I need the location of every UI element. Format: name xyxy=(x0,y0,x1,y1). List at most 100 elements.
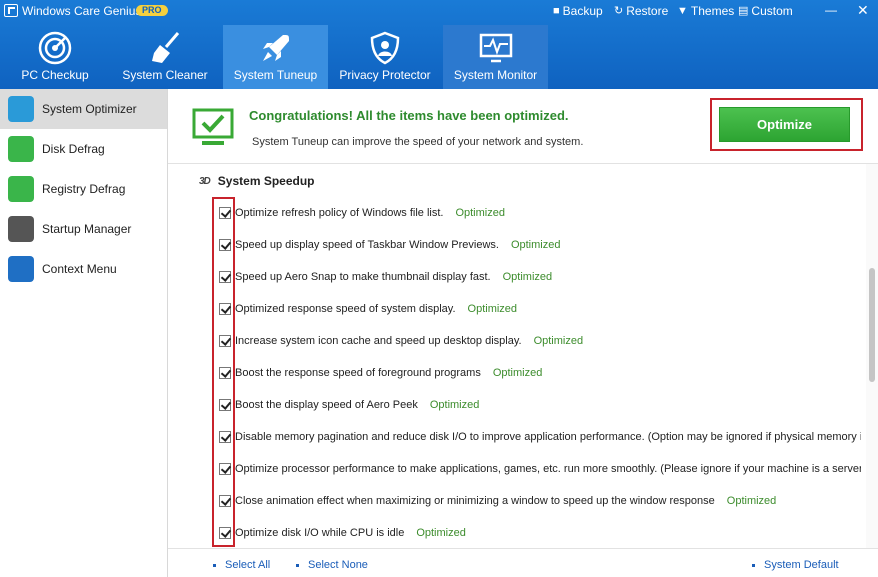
item-text: Increase system icon cache and speed up … xyxy=(235,335,522,347)
broom-icon xyxy=(152,32,180,63)
optimizer-icon xyxy=(8,96,34,122)
select-all-label: Select All xyxy=(225,559,271,571)
title-bar: Windows Care Genius PRO ■ Backup ↻ Resto… xyxy=(0,0,878,22)
sidebar-item-disk-defrag[interactable]: Disk Defrag xyxy=(0,129,167,169)
congrats-message: Congratulations! All the items have been… xyxy=(249,108,569,123)
item-status: Optimized xyxy=(467,303,518,315)
list-item: Optimize disk I/O while CPU is idle Opti… xyxy=(219,525,466,541)
list-item: Optimize refresh policy of Windows file … xyxy=(219,205,505,221)
sidebar-item-startup-manager[interactable]: Startup Manager xyxy=(0,209,167,249)
restore-button[interactable]: ↻ Restore xyxy=(614,4,668,18)
3d-icon: 3D xyxy=(199,175,211,187)
section-title: System Speedup xyxy=(217,174,315,188)
tab-label: System Tuneup xyxy=(233,68,318,82)
select-none-label: Select None xyxy=(308,559,368,571)
footer: Select All Select None System Default xyxy=(168,548,878,577)
item-text: Speed up display speed of Taskbar Window… xyxy=(235,239,499,251)
backup-button[interactable]: ■ Backup xyxy=(553,4,603,18)
close-button[interactable]: ✕ xyxy=(857,2,869,19)
tab-system-monitor[interactable]: System Monitor xyxy=(443,25,548,89)
tshirt-icon: ▼ xyxy=(677,5,688,17)
app-title: Windows Care Genius xyxy=(22,4,142,18)
list-item: Speed up display speed of Taskbar Window… xyxy=(219,237,560,253)
system-default-label: System Default xyxy=(764,559,839,571)
sidebar-item-label: Context Menu xyxy=(42,262,117,276)
list-item: Boost the response speed of foreground p… xyxy=(219,365,542,381)
backup-icon: ■ xyxy=(553,5,560,17)
item-status: Optimized xyxy=(502,271,553,283)
sidebar-item-context-menu[interactable]: Context Menu xyxy=(0,249,167,289)
restore-icon: ↻ xyxy=(614,5,624,17)
themes-label: Themes xyxy=(690,4,735,18)
optimize-button[interactable]: Optimize xyxy=(719,107,850,142)
custom-icon: ▤ xyxy=(738,5,749,17)
item-status: Optimized xyxy=(429,399,480,411)
checkbox-highlight-frame xyxy=(212,197,235,547)
tab-system-cleaner[interactable]: System Cleaner xyxy=(110,25,220,89)
sidebar-item-label: Disk Defrag xyxy=(42,142,105,156)
tab-label: PC Checkup xyxy=(21,68,89,82)
item-text: Optimize refresh policy of Windows file … xyxy=(235,207,444,219)
radar-icon xyxy=(38,31,72,65)
section-header: 3D System Speedup xyxy=(199,174,315,188)
item-text: Optimized response speed of system displ… xyxy=(235,303,456,315)
list-item: Optimized response speed of system displ… xyxy=(219,301,517,317)
item-text: Close animation effect when maximizing o… xyxy=(235,495,715,507)
sidebar-item-label: System Optimizer xyxy=(42,102,137,116)
tab-pc-checkup[interactable]: PC Checkup xyxy=(0,25,110,89)
header-subtitle: System Tuneup can improve the speed of y… xyxy=(252,136,584,148)
sidebar-item-label: Startup Manager xyxy=(42,222,132,236)
themes-button[interactable]: ▼ Themes xyxy=(677,4,734,18)
list-item: Disable memory pagination and reduce dis… xyxy=(219,429,861,445)
tab-label: System Monitor xyxy=(453,68,538,82)
list-item: Increase system icon cache and speed up … xyxy=(219,333,583,349)
pro-badge: PRO xyxy=(136,5,168,16)
item-text: Optimize processor performance to make a… xyxy=(235,463,861,475)
tab-privacy-protector[interactable]: Privacy Protector xyxy=(330,25,440,89)
item-status: Optimized xyxy=(416,527,466,539)
app-logo-icon xyxy=(4,4,18,17)
bullet-icon xyxy=(213,563,216,567)
shield-icon xyxy=(370,31,400,65)
scrollbar-thumb[interactable] xyxy=(869,268,875,382)
select-all-link[interactable]: Select All xyxy=(213,559,270,571)
restore-label: Restore xyxy=(626,4,669,18)
select-none-link[interactable]: Select None xyxy=(296,559,368,571)
list-item: Optimize processor performance to make a… xyxy=(219,461,861,477)
custom-label: Custom xyxy=(751,4,793,18)
rocket-icon xyxy=(262,35,289,61)
item-status: Optimized xyxy=(726,495,777,507)
main-header: Congratulations! All the items have been… xyxy=(168,89,878,164)
startup-icon xyxy=(8,216,34,242)
sidebar-item-registry-defrag[interactable]: Registry Defrag xyxy=(0,169,167,209)
registry-icon xyxy=(8,176,34,202)
system-default-link[interactable]: System Default xyxy=(752,559,839,571)
monitor-check-icon xyxy=(192,108,234,145)
item-text: Boost the display speed of Aero Peek xyxy=(235,399,418,411)
tab-system-tuneup[interactable]: System Tuneup xyxy=(223,25,328,89)
item-text: Speed up Aero Snap to make thumbnail dis… xyxy=(235,271,491,283)
item-text: Boost the response speed of foreground p… xyxy=(235,367,481,379)
mouse-icon xyxy=(8,256,34,282)
sidebar-item-label: Registry Defrag xyxy=(42,182,126,196)
sidebar: System Optimizer Disk Defrag Registry De… xyxy=(0,89,168,577)
list-item: Boost the display speed of Aero Peek Opt… xyxy=(219,397,479,413)
bullet-icon xyxy=(752,563,755,567)
top-bar: Windows Care Genius PRO ■ Backup ↻ Resto… xyxy=(0,0,878,89)
monitor-pulse-icon xyxy=(479,33,512,63)
item-status: Optimized xyxy=(492,367,543,379)
list-item: Speed up Aero Snap to make thumbnail dis… xyxy=(219,269,552,285)
sidebar-item-system-optimizer[interactable]: System Optimizer xyxy=(0,89,167,129)
item-status: Optimized xyxy=(455,207,505,219)
item-status: Optimized xyxy=(510,239,561,251)
item-status: Optimized xyxy=(533,335,584,347)
tab-label: Privacy Protector xyxy=(339,68,431,82)
tab-label: System Cleaner xyxy=(122,68,208,82)
minimize-button[interactable]: — xyxy=(825,3,837,17)
backup-label: Backup xyxy=(562,4,603,18)
disk-icon xyxy=(8,136,34,162)
item-text: Optimize disk I/O while CPU is idle xyxy=(235,527,405,539)
bullet-icon xyxy=(296,563,299,567)
list-item: Close animation effect when maximizing o… xyxy=(219,493,776,509)
custom-button[interactable]: ▤ Custom xyxy=(738,4,793,18)
